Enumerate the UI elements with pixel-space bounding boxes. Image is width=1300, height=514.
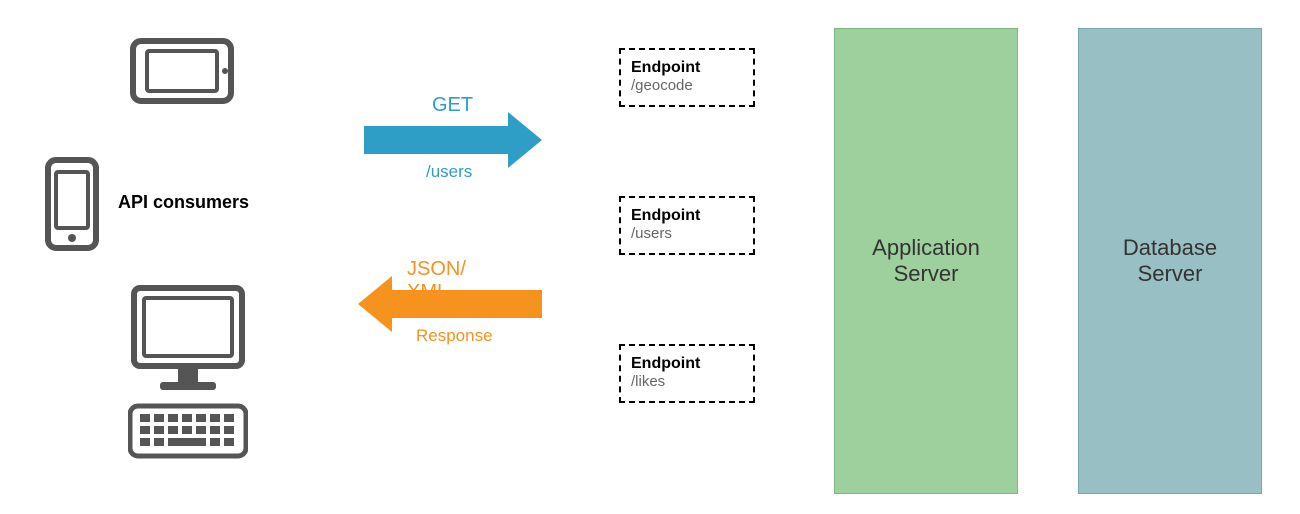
- desktop-icon: [128, 282, 248, 462]
- database-server: Database Server: [1078, 28, 1262, 494]
- tablet-icon: [130, 38, 234, 104]
- endpoint-title: Endpoint: [631, 58, 743, 77]
- request-path: /users: [426, 162, 472, 182]
- endpoint-path: /likes: [631, 373, 743, 391]
- endpoint-title: Endpoint: [631, 354, 743, 373]
- endpoint-path: /users: [631, 225, 743, 243]
- endpoint-users: Endpoint /users: [619, 196, 755, 255]
- endpoint-likes: Endpoint /likes: [619, 344, 755, 403]
- endpoint-title: Endpoint: [631, 206, 743, 225]
- api-consumers-label: API consumers: [118, 192, 249, 213]
- application-server: Application Server: [834, 28, 1018, 494]
- response-label: Response: [416, 326, 493, 346]
- application-server-label: Application Server: [872, 235, 980, 287]
- endpoint-geocode: Endpoint /geocode: [619, 48, 755, 107]
- phone-icon: [44, 156, 100, 252]
- database-server-label: Database Server: [1123, 235, 1217, 287]
- request-method: GET: [432, 94, 473, 117]
- endpoint-path: /geocode: [631, 77, 743, 95]
